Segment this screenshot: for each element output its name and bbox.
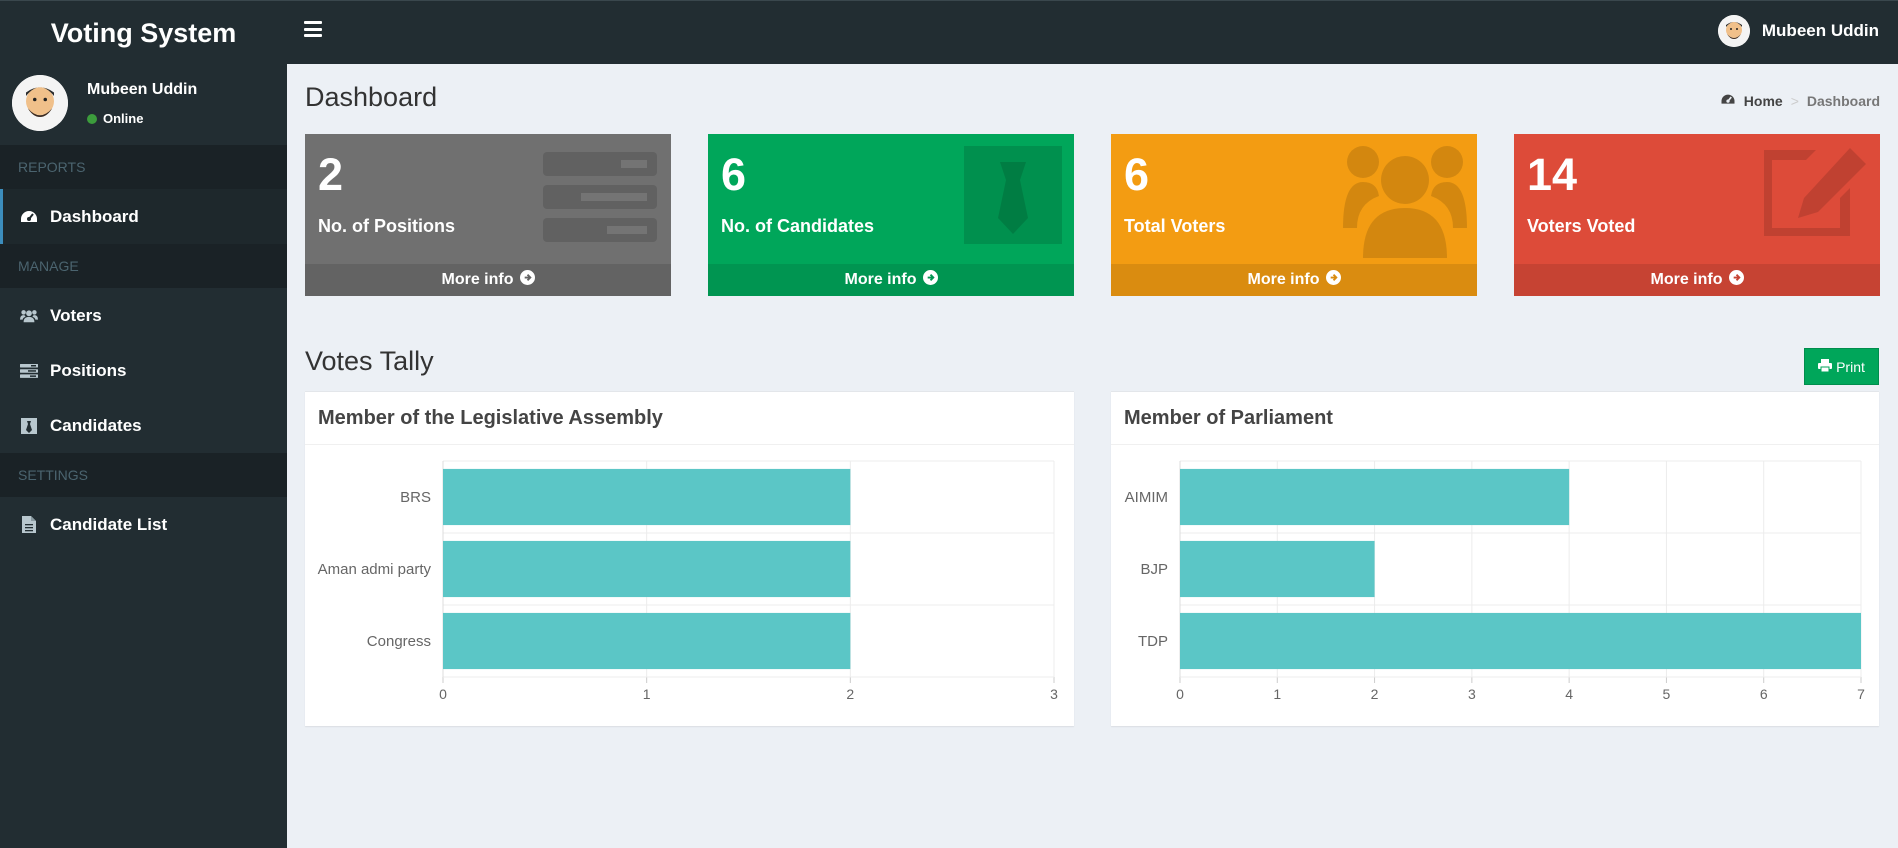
x-tick-label: 1: [1273, 686, 1281, 702]
dashboard-icon: [20, 208, 38, 226]
sidebar-item-candidate-list[interactable]: Candidate List: [0, 497, 287, 552]
stat-label: Total Voters: [1124, 216, 1226, 236]
more-info-label: More info: [1247, 271, 1320, 288]
tasks-icon: [543, 146, 659, 247]
y-tick-label: TDP: [1138, 633, 1168, 650]
x-tick-label: 2: [846, 686, 854, 702]
stat-value: 2: [318, 149, 344, 200]
arrow-circle-right-icon: [1728, 270, 1744, 290]
main-content: Dashboard Home > Dashboard 2 No. of Posi…: [287, 64, 1898, 848]
stat-value: 14: [1527, 149, 1578, 200]
stat-value: 6: [1124, 149, 1150, 200]
y-tick-label: BJP: [1140, 561, 1168, 578]
black-tie-icon: [20, 417, 38, 435]
print-label: Print: [1836, 358, 1865, 375]
print-button[interactable]: Print: [1804, 348, 1879, 385]
more-info-link[interactable]: More info: [708, 264, 1074, 296]
edit-icon: [1756, 146, 1868, 247]
stat-box-total-voters: 6 Total Voters More info: [1111, 134, 1477, 296]
status-badge: Online: [87, 111, 143, 126]
chart-panel-mla: Member of the Legislative Assembly 0123B…: [305, 391, 1074, 726]
breadcrumb-separator: >: [1790, 93, 1799, 109]
x-tick-label: 0: [439, 686, 447, 702]
more-info-link[interactable]: More info: [305, 264, 671, 296]
x-tick-label: 7: [1857, 686, 1865, 702]
users-icon: [20, 307, 38, 325]
stat-label: No. of Positions: [318, 216, 455, 236]
y-tick-label: Aman admi party: [318, 561, 432, 578]
y-tick-label: AIMIM: [1125, 489, 1168, 506]
more-info-label: More info: [844, 271, 917, 288]
bar[interactable]: [1180, 540, 1375, 598]
bar[interactable]: [1180, 468, 1570, 526]
stat-box-positions: 2 No. of Positions More info: [305, 134, 671, 296]
x-tick-label: 2: [1371, 686, 1379, 702]
breadcrumb-home-link[interactable]: Home: [1744, 93, 1783, 109]
stat-label: Voters Voted: [1527, 216, 1636, 236]
menu-header-settings: SETTINGS: [0, 453, 287, 497]
sidebar-item-label: Dashboard: [50, 206, 139, 226]
sidebar-toggle-icon[interactable]: [304, 21, 322, 37]
bar[interactable]: [443, 612, 851, 670]
file-text-icon: [20, 516, 38, 534]
bar-chart-mp: 0 1 2 3 4 5 6 7 AIMIM BJP TDP: [1125, 460, 1865, 702]
section-title: Votes Tally: [305, 346, 434, 376]
dashboard-icon: [1720, 93, 1736, 109]
menu-header-manage: MANAGE: [0, 244, 287, 288]
sidebar-item-dashboard[interactable]: Dashboard: [0, 189, 287, 244]
top-header: Voting System Mubeen Uddin: [0, 0, 1898, 64]
sidebar-item-voters[interactable]: Voters: [0, 288, 287, 343]
bar[interactable]: [443, 468, 851, 526]
x-tick-label: 3: [1468, 686, 1476, 702]
x-tick-label: 1: [643, 686, 651, 702]
arrow-circle-right-icon: [1325, 270, 1341, 290]
user-panel: Mubeen Uddin Online: [0, 64, 287, 145]
x-tick-label: 4: [1565, 686, 1573, 702]
sidebar-item-positions[interactable]: Positions: [0, 343, 287, 398]
more-info-link[interactable]: More info: [1111, 264, 1477, 296]
print-icon: [1818, 358, 1833, 375]
more-info-label: More info: [1650, 271, 1723, 288]
menu-header-reports: REPORTS: [0, 145, 287, 189]
bar[interactable]: [443, 540, 851, 598]
chart-panel-mp: Member of Parliament 0 1 2 3 4 5 6 7 AIMIM BJP TDP: [1111, 391, 1879, 726]
bar-chart-mla: 0 1 2 3 BRS Aman admi party Congress: [318, 460, 1058, 702]
sidebar: Mubeen Uddin Online REPORTS Dashboard MA…: [0, 64, 287, 848]
users-icon: [1343, 142, 1467, 263]
user-name-top: Mubeen Uddin: [1761, 21, 1879, 40]
black-tie-icon: [964, 146, 1062, 249]
x-tick-label: 0: [1176, 686, 1184, 702]
tasks-icon: [20, 362, 38, 380]
sidebar-item-label: Candidate List: [50, 514, 168, 534]
user-name: Mubeen Uddin: [87, 81, 198, 98]
y-tick-label: Congress: [367, 633, 431, 650]
stat-box-candidates: 6 No. of Candidates More info: [708, 134, 1074, 296]
avatar: [1717, 15, 1750, 47]
avatar: [12, 75, 68, 131]
bar[interactable]: [1180, 612, 1861, 670]
x-tick-label: 3: [1050, 686, 1058, 702]
page-title: Dashboard: [305, 82, 438, 112]
online-dot-icon: [87, 113, 97, 124]
sidebar-item-label: Candidates: [50, 415, 142, 435]
y-tick-label: BRS: [400, 489, 431, 506]
sidebar-item-candidates[interactable]: Candidates: [0, 398, 287, 453]
arrow-circle-right-icon: [922, 270, 938, 290]
x-tick-label: 6: [1760, 686, 1768, 702]
status-text: Online: [103, 111, 144, 126]
arrow-circle-right-icon: [519, 270, 535, 290]
stat-value: 6: [721, 149, 747, 200]
breadcrumb: Home > Dashboard: [1720, 93, 1880, 109]
more-info-link[interactable]: More info: [1514, 264, 1880, 296]
stat-label: No. of Candidates: [721, 216, 875, 236]
breadcrumb-current: Dashboard: [1806, 93, 1880, 109]
sidebar-item-label: Voters: [50, 305, 102, 325]
user-menu[interactable]: Mubeen Uddin: [1717, 15, 1879, 47]
app-title[interactable]: Voting System: [0, 1, 287, 65]
stat-box-voters-voted: 14 Voters Voted More info: [1514, 134, 1880, 296]
x-tick-label: 5: [1663, 686, 1671, 702]
more-info-label: More info: [441, 271, 514, 288]
sidebar-item-label: Positions: [50, 360, 127, 380]
